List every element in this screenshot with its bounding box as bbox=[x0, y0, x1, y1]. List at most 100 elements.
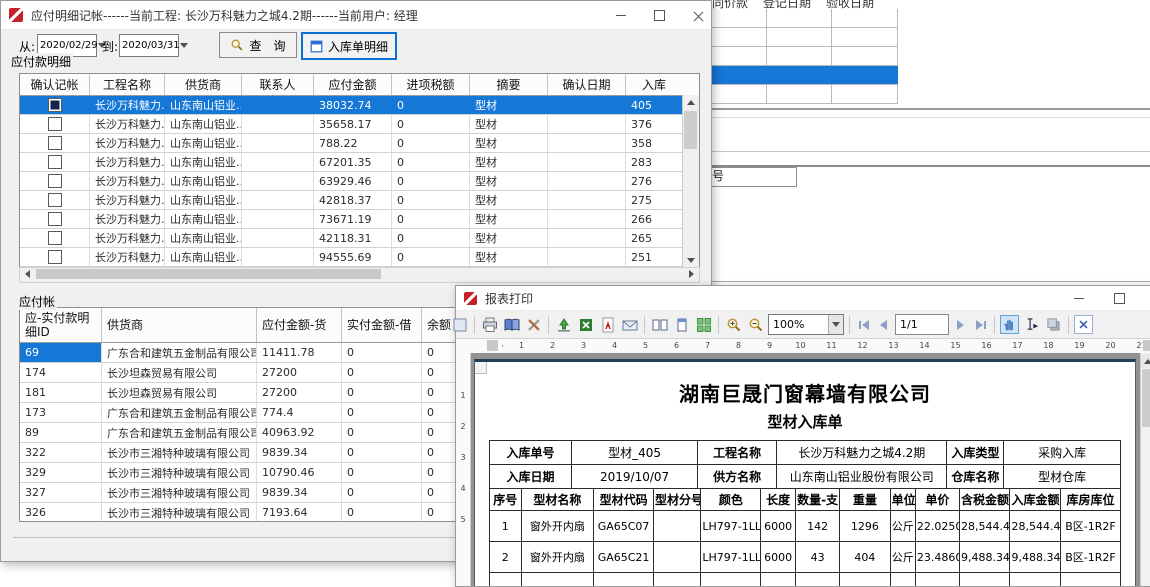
contract-table-row[interactable] bbox=[700, 28, 898, 47]
maximize-button[interactable] bbox=[642, 1, 676, 29]
confirm-checkbox[interactable] bbox=[48, 155, 62, 169]
query-button[interactable]: 查 询 bbox=[219, 32, 297, 58]
column-header[interactable]: 摘要 bbox=[470, 74, 548, 95]
confirm-checkbox[interactable] bbox=[48, 250, 62, 264]
toolbar-separator bbox=[718, 316, 719, 334]
zoom-in-icon[interactable] bbox=[724, 315, 743, 334]
close-button[interactable] bbox=[1142, 284, 1150, 312]
preview-canvas[interactable]: 湖南巨晟门窗幕墙有限公司 型材入库单 入库单号 型材_405 工程名称 长沙万科… bbox=[471, 353, 1140, 586]
payable-detail-table: 确认记帐 工程名称 供货商 联系人 应付金额 进项税额 摘要 确认日期 入库 长… bbox=[19, 73, 700, 269]
scrollbar-thumb[interactable] bbox=[684, 111, 697, 149]
column-header[interactable]: 供货商 bbox=[102, 308, 257, 342]
next-page-button[interactable] bbox=[952, 316, 969, 333]
contract-table-row[interactable] bbox=[700, 47, 898, 66]
export-icon[interactable] bbox=[554, 315, 573, 334]
search-icon bbox=[230, 38, 244, 52]
contract-table-row[interactable] bbox=[700, 85, 898, 104]
contract-table-row[interactable] bbox=[700, 9, 898, 28]
copy-page-button[interactable] bbox=[1044, 315, 1063, 334]
zoom-out-icon[interactable] bbox=[746, 315, 765, 334]
column-header[interactable]: 应-实付款明细ID bbox=[20, 308, 102, 342]
chevron-down-icon[interactable] bbox=[828, 315, 843, 334]
two-page-view-icon[interactable] bbox=[650, 315, 669, 334]
maximize-icon bbox=[654, 10, 665, 21]
chevron-down-icon[interactable] bbox=[180, 35, 188, 56]
table-row[interactable]: 长沙万科魅力... 山东南山铝业... 94555.69 0 型材 251 bbox=[20, 248, 683, 267]
export-excel-icon[interactable] bbox=[576, 315, 595, 334]
zoom-select[interactable]: 100% bbox=[768, 314, 844, 335]
single-page-view-icon[interactable] bbox=[672, 315, 691, 334]
page-indicator-input[interactable] bbox=[895, 314, 949, 335]
scroll-right-button[interactable] bbox=[684, 268, 699, 280]
close-button[interactable] bbox=[681, 1, 715, 29]
email-icon[interactable] bbox=[620, 315, 639, 334]
text-select-tool-button[interactable] bbox=[1022, 315, 1041, 334]
toolbar-separator bbox=[849, 316, 850, 334]
inbound-detail-button[interactable]: 入库单明细 bbox=[301, 32, 397, 60]
multi-page-view-icon[interactable] bbox=[694, 315, 713, 334]
divider bbox=[700, 117, 1150, 118]
table-row[interactable]: 长沙万科魅力... 山东南山铝业... 73671.19 0 型材 266 bbox=[20, 210, 683, 229]
book-preview-icon[interactable] bbox=[502, 315, 521, 334]
column-header[interactable]: 应付金额-货 bbox=[257, 308, 342, 342]
options-icon[interactable] bbox=[524, 315, 543, 334]
vertical-scrollbar[interactable] bbox=[682, 95, 699, 268]
hand-tool-button[interactable] bbox=[1000, 315, 1019, 334]
print-icon[interactable] bbox=[480, 315, 499, 334]
contract-table: 合同价款登记日期验收日期 bbox=[700, 0, 898, 104]
horizontal-scrollbar[interactable] bbox=[19, 267, 700, 283]
column-header[interactable]: 实付金额-借 bbox=[342, 308, 422, 342]
column-header[interactable]: 联系人 bbox=[242, 74, 314, 95]
contract-table-header: 验收日期 bbox=[826, 0, 874, 9]
minimize-button[interactable] bbox=[1062, 284, 1096, 312]
table-row[interactable]: 长沙万科魅力... 山东南山铝业... 67201.35 0 型材 283 bbox=[20, 153, 683, 172]
app-icon bbox=[464, 292, 477, 305]
column-header[interactable]: 工程名称 bbox=[90, 74, 165, 95]
table-row[interactable]: 长沙万科魅力... 山东南山铝业... 35658.17 0 型材 376 bbox=[20, 115, 683, 134]
column-header[interactable]: 确认日期 bbox=[548, 74, 626, 95]
first-page-button[interactable] bbox=[855, 316, 872, 333]
confirm-checkbox[interactable] bbox=[48, 136, 62, 150]
column-header[interactable]: 进项税额 bbox=[392, 74, 470, 95]
confirm-checkbox[interactable] bbox=[48, 98, 62, 112]
report-design-icon[interactable] bbox=[450, 315, 469, 334]
column-header[interactable]: 应付金额 bbox=[314, 74, 392, 95]
report-detail-row: 1窗外开内扇GA65C07 LH797-1LL6000 1421296公斤 22… bbox=[490, 511, 1121, 542]
contract-table-row[interactable] bbox=[700, 66, 898, 85]
scroll-down-button[interactable] bbox=[683, 253, 699, 268]
minimize-icon bbox=[616, 15, 626, 16]
column-header[interactable]: 供货商 bbox=[165, 74, 242, 95]
table-row[interactable]: 长沙万科魅力... 山东南山铝业... 38032.74 0 型材 405 bbox=[20, 96, 683, 115]
column-header[interactable]: 确认记帐 bbox=[20, 74, 90, 95]
scroll-up-button[interactable] bbox=[1141, 354, 1150, 368]
report-page: 湖南巨晟门窗幕墙有限公司 型材入库单 入库单号 型材_405 工程名称 长沙万科… bbox=[474, 359, 1136, 586]
column-header[interactable]: 入库 bbox=[626, 74, 682, 95]
table-row[interactable]: 长沙万科魅力... 山东南山铝业... 42818.37 0 型材 275 bbox=[20, 191, 683, 210]
prev-page-button[interactable] bbox=[875, 316, 892, 333]
confirm-checkbox[interactable] bbox=[48, 117, 62, 131]
confirm-checkbox[interactable] bbox=[48, 212, 62, 226]
scrollbar-thumb[interactable] bbox=[36, 269, 381, 279]
table-row[interactable]: 长沙万科魅力... 山东南山铝业... 63929.46 0 型材 276 bbox=[20, 172, 683, 191]
preview-vertical-scrollbar[interactable] bbox=[1140, 353, 1150, 586]
table-row[interactable]: 长沙万科魅力... 山东南山铝业... 788.22 0 型材 358 bbox=[20, 134, 683, 153]
confirm-checkbox[interactable] bbox=[48, 231, 62, 245]
window-title: 应付明细记帐------当前工程: 长沙万科魅力之城4.2期------当前用户… bbox=[31, 7, 418, 24]
maximize-button[interactable] bbox=[1102, 284, 1136, 312]
minimize-icon bbox=[1074, 298, 1084, 299]
scroll-up-button[interactable] bbox=[683, 95, 699, 110]
close-preview-button[interactable] bbox=[1074, 315, 1093, 334]
report-form-title: 型材入库单 bbox=[475, 411, 1135, 432]
export-pdf-icon[interactable] bbox=[598, 315, 617, 334]
scroll-left-button[interactable] bbox=[20, 268, 35, 280]
to-label: 到: bbox=[102, 38, 118, 55]
scrollbar-thumb[interactable] bbox=[1142, 369, 1150, 427]
confirm-checkbox[interactable] bbox=[48, 193, 62, 207]
window-title: 报表打印 bbox=[485, 290, 533, 307]
to-date-combo[interactable]: 2020/03/31 bbox=[119, 34, 179, 57]
last-page-button[interactable] bbox=[972, 316, 989, 333]
confirm-checkbox[interactable] bbox=[48, 174, 62, 188]
minimize-button[interactable] bbox=[604, 1, 638, 29]
table-row[interactable]: 长沙万科魅力... 山东南山铝业... 42118.31 0 型材 265 bbox=[20, 229, 683, 248]
ruler-origin-marker bbox=[487, 340, 498, 351]
